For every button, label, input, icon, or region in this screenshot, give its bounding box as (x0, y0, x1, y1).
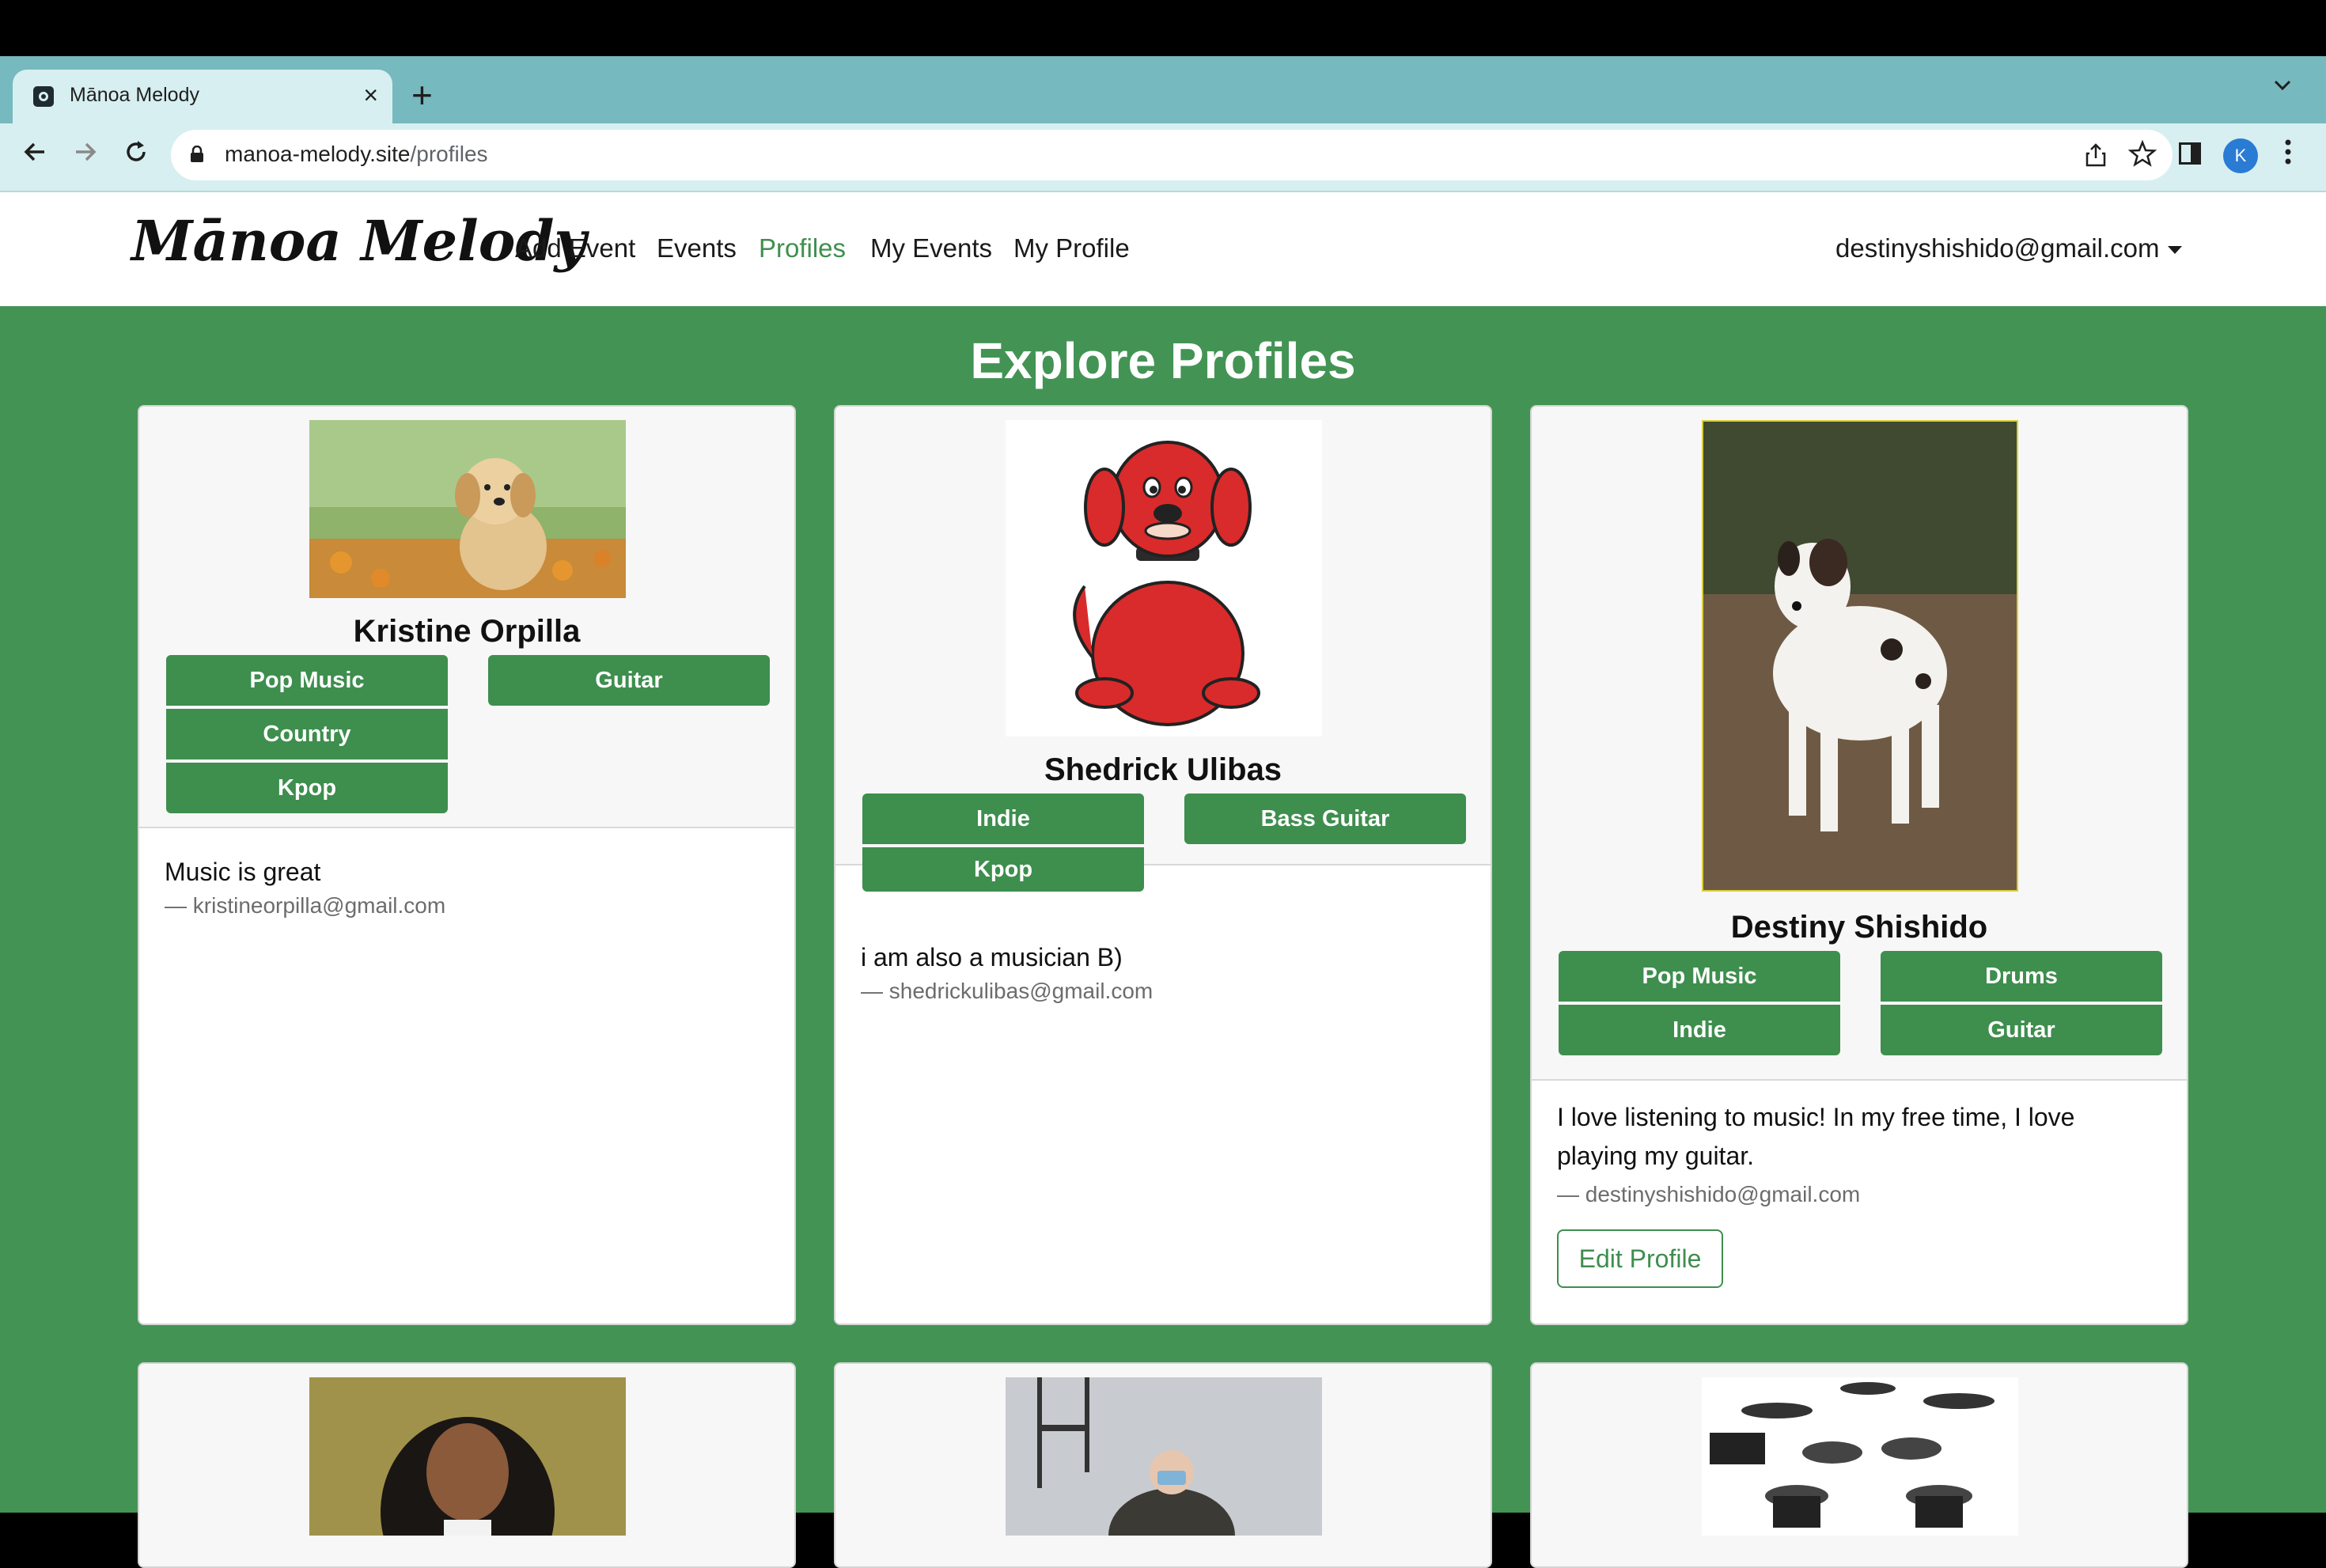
profile-photo-drum-kit (1702, 1377, 2018, 1536)
instrument-badge: Drums (1881, 951, 2162, 1002)
tab-title: Mānoa Melody (70, 84, 199, 106)
genre-badge: Country (166, 709, 448, 759)
kebab-menu-icon[interactable] (2283, 136, 2293, 168)
profile-card-header (835, 1364, 1491, 1566)
profile-bio-line-2: playing my guitar. (1557, 1142, 1755, 1170)
browser-toolbar: manoa-melody.site/profiles K (0, 123, 2326, 192)
profile-card: Kristine Orpilla Pop Music Country Kpop … (138, 405, 796, 1325)
nav-my-profile[interactable]: My Profile (1013, 233, 1130, 263)
profile-card-header (1532, 1364, 2187, 1566)
genre-badge: Pop Music (166, 655, 448, 706)
profile-card-header: Shedrick Ulibas Indie Kpop Bass Guitar (835, 407, 1491, 892)
profile-card-header: Destiny Shishido Pop Music Indie Drums G… (1532, 407, 2187, 1081)
url-path: /profiles (410, 142, 488, 166)
share-icon[interactable] (2084, 142, 2108, 168)
tab-close-icon[interactable]: × (363, 79, 378, 111)
profile-card-header: Kristine Orpilla Pop Music Country Kpop … (139, 407, 794, 828)
instrument-badge: Guitar (1881, 1005, 2162, 1055)
profile-bio: Music is great (165, 858, 321, 886)
profile-card-header (139, 1364, 794, 1566)
nav-profiles[interactable]: Profiles (759, 233, 846, 263)
page-title: Explore Profiles (970, 332, 1356, 389)
profile-photo-red-dog (1006, 420, 1322, 737)
tab-search-chevron-icon[interactable] (2271, 73, 2294, 97)
genre-badge: Indie (1559, 1005, 1840, 1055)
url-host: manoa-melody.site (225, 142, 411, 166)
instrument-badge: Guitar (488, 655, 770, 706)
profile-photo-person (309, 1377, 626, 1536)
url-text[interactable]: manoa-melody.site/profiles (225, 142, 488, 167)
genre-badge: Kpop (166, 763, 448, 813)
profile-card: Destiny Shishido Pop Music Indie Drums G… (1530, 405, 2188, 1325)
user-email: destinyshishido@gmail.com (1835, 233, 2160, 263)
bookmark-star-icon[interactable] (2128, 139, 2157, 168)
new-tab-icon[interactable]: + (411, 66, 433, 123)
profile-photo-puppy (309, 420, 626, 598)
nav-add-event[interactable]: Add Event (515, 233, 635, 263)
edit-profile-button[interactable]: Edit Profile (1557, 1229, 1723, 1288)
browser-tab[interactable]: Mānoa Melody × (13, 70, 392, 123)
profile-photo-white-dog (1702, 420, 2018, 892)
back-icon[interactable] (21, 138, 49, 166)
user-menu-dropdown[interactable]: destinyshishido@gmail.com (1835, 233, 2182, 263)
reload-icon[interactable] (122, 138, 150, 166)
screen-top-bar (0, 0, 2326, 56)
profile-email: — kristineorpilla@gmail.com (165, 893, 446, 918)
caret-down-icon (2167, 246, 2182, 255)
profile-card (138, 1362, 796, 1568)
genre-badge: Indie (862, 793, 1144, 844)
site-navbar: Mānoa Melody Add Event Events Profiles M… (0, 192, 2326, 306)
profile-name: Shedrick Ulibas (1044, 752, 1282, 787)
profile-name: Destiny Shishido (1730, 910, 1988, 945)
main-content: Explore Profiles Kristine Orpilla Pop Mu… (0, 306, 2326, 1568)
profile-photo-seated-man (1006, 1377, 1322, 1536)
browser-tab-strip: Mānoa Melody × (0, 56, 2326, 123)
nav-my-events[interactable]: My Events (870, 233, 992, 263)
address-bar[interactable]: manoa-melody.site/profiles (171, 130, 2173, 180)
genre-badge: Pop Music (1559, 951, 1840, 1002)
profile-card: Shedrick Ulibas Indie Kpop Bass Guitar i… (834, 405, 1492, 1325)
side-panel-icon[interactable] (2179, 142, 2201, 165)
instrument-badge: Bass Guitar (1184, 793, 1466, 844)
profile-bio: i am also a musician B) (861, 943, 1123, 971)
genre-badge: Kpop (862, 847, 1144, 892)
profile-card (834, 1362, 1492, 1568)
nav-events[interactable]: Events (657, 233, 737, 263)
forward-icon[interactable] (71, 138, 100, 166)
profile-email: — destinyshishido@gmail.com (1557, 1182, 1861, 1206)
profile-name: Kristine Orpilla (353, 614, 581, 649)
lock-icon[interactable] (190, 146, 204, 163)
profile-email: — shedrickulibas@gmail.com (861, 979, 1154, 1003)
profile-card (1530, 1362, 2188, 1568)
site-favicon-icon (33, 86, 54, 107)
profile-avatar[interactable]: K (2223, 138, 2258, 173)
profile-bio-line-1: I love listening to music! In my free ti… (1557, 1103, 2075, 1131)
